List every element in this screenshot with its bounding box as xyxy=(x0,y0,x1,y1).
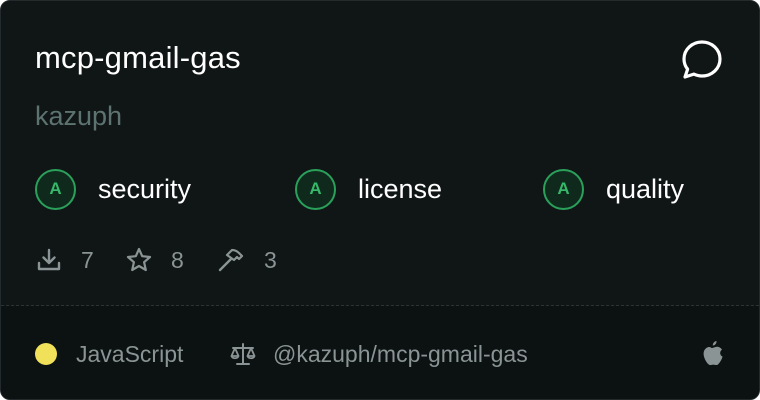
quality-badge: A quality xyxy=(543,167,684,211)
apple-icon xyxy=(703,341,723,366)
server-title[interactable]: mcp-gmail-gas xyxy=(35,38,241,78)
star-stat: 8 xyxy=(125,244,184,276)
chat-bubble-icon[interactable] xyxy=(679,37,725,83)
license-label: license xyxy=(358,173,443,204)
author-name[interactable]: kazuph xyxy=(35,98,122,134)
security-badge: A security xyxy=(35,167,191,211)
scale-icon xyxy=(230,343,256,365)
quality-label: quality xyxy=(606,173,685,204)
download-icon xyxy=(37,248,61,271)
security-label: security xyxy=(98,173,192,204)
tools-count: 3 xyxy=(264,246,277,273)
hammer-icon xyxy=(218,248,244,272)
download-stat: 7 xyxy=(35,244,94,276)
license-grade: A xyxy=(295,168,336,210)
server-card[interactable]: mcp-gmail-gas kazuph A security A licens… xyxy=(0,0,760,400)
repository-link[interactable]: @kazuph/mcp-gmail-gas xyxy=(273,338,528,370)
download-count: 7 xyxy=(81,246,94,273)
quality-grade: A xyxy=(543,168,584,210)
tools-stat: 3 xyxy=(216,244,277,276)
star-count: 8 xyxy=(171,246,184,273)
security-grade: A xyxy=(35,168,76,210)
star-icon xyxy=(126,247,152,272)
license-badge: A license xyxy=(295,167,442,211)
language-color-dot xyxy=(35,343,57,365)
card-footer: JavaScript @kazuph/mcp-gmail-gas xyxy=(1,306,759,399)
language-label: JavaScript xyxy=(76,341,184,367)
